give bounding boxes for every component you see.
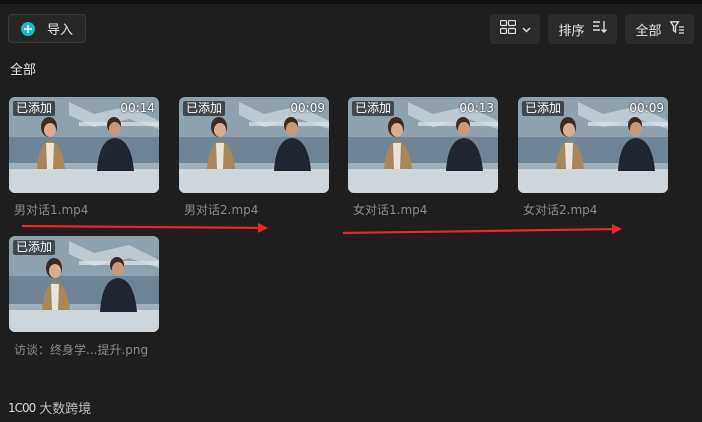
red-arrow-right xyxy=(342,224,622,235)
media-thumbnail[interactable]: 已添加 00:14 xyxy=(9,97,159,193)
media-library-panel: 导入 排序 全部 全部 已添加 00:14 男对话1.mp4 已添加 00:09… xyxy=(0,0,702,422)
duration-label: 00:09 xyxy=(629,101,664,115)
duration-label: 00:14 xyxy=(120,101,155,115)
duration-label: 00:09 xyxy=(290,101,325,115)
filter-button[interactable]: 全部 xyxy=(625,14,694,44)
media-filename: 访谈：终身学...提升.png xyxy=(14,343,149,357)
chevron-down-icon xyxy=(521,22,531,37)
sort-icon xyxy=(592,20,607,38)
watermark: 1C00 大数跨境 xyxy=(8,398,92,418)
filter-label: 全部 xyxy=(635,23,662,39)
added-badge: 已添加 xyxy=(183,101,226,116)
media-filename: 男对话1.mp4 xyxy=(14,203,89,217)
section-title: 全部 xyxy=(10,63,37,78)
added-badge: 已添加 xyxy=(13,101,56,116)
media-thumbnail[interactable]: 已添加 00:13 xyxy=(348,97,498,193)
media-filename: 女对话1.mp4 xyxy=(353,203,428,217)
sort-label: 排序 xyxy=(558,23,585,39)
plus-circle-icon xyxy=(21,21,35,36)
media-thumbnail[interactable]: 已添加 xyxy=(9,236,159,332)
import-label: 导入 xyxy=(47,23,74,38)
duration-label: 00:13 xyxy=(459,101,494,115)
sort-button[interactable]: 排序 xyxy=(548,14,617,44)
watermark-text: 大数跨境 xyxy=(39,402,92,417)
view-mode-dropdown[interactable] xyxy=(490,14,540,44)
added-badge: 已添加 xyxy=(352,101,395,116)
grid-view-icon xyxy=(499,19,516,38)
watermark-logo: 1C00 xyxy=(8,400,36,415)
media-filename: 女对话2.mp4 xyxy=(523,203,598,217)
media-thumbnail[interactable]: 已添加 00:09 xyxy=(179,97,329,193)
red-arrow-left xyxy=(21,222,268,233)
top-strip xyxy=(0,0,702,4)
filter-icon xyxy=(668,20,684,38)
media-filename: 男对话2.mp4 xyxy=(184,203,259,217)
media-thumbnail[interactable]: 已添加 00:09 xyxy=(518,97,668,193)
import-button[interactable]: 导入 xyxy=(8,14,86,43)
added-badge: 已添加 xyxy=(522,101,565,116)
added-badge: 已添加 xyxy=(13,240,56,255)
